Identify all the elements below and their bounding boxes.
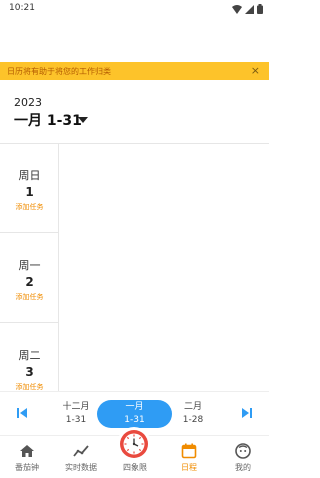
tab-label: 日程 [181,463,197,472]
next-month-label: 二月 [183,402,202,412]
weekday-label: 周一 [18,259,41,272]
banner-text: 日历将有助于将您的工作归类 [7,67,111,76]
skip-last-icon[interactable] [242,408,252,418]
tab-realtime-data[interactable]: 实时数据 [54,436,108,478]
tab-label: 番茄钟 [15,463,39,472]
next-month-button[interactable]: 二月 1-28 [175,401,211,427]
add-task-button[interactable]: 添加任务 [0,292,58,302]
chart-line-icon [73,445,89,457]
prev-month-range: 1-31 [65,415,87,425]
add-task-button[interactable]: 添加任务 [0,382,58,391]
add-task-button[interactable]: 添加任务 [0,202,58,212]
month-range-title[interactable]: 一月 1-31 [14,110,82,130]
status-bar: 10:21 [0,0,269,18]
tab-label: 四象限 [123,463,147,472]
tab-schedule[interactable]: 日程 [162,436,216,478]
weekday-label: 周日 [18,169,41,182]
weekday-label: 周二 [18,349,41,362]
day-column: 周日 1 添加任务 周一 2 添加任务 周二 3 添加任务 [0,143,59,391]
caret-down-icon[interactable] [78,117,88,123]
prev-month-label: 十二月 [62,402,90,412]
tab-mine[interactable]: 我的 [216,436,270,478]
skip-first-icon[interactable] [17,408,27,418]
day-number: 2 [25,275,34,289]
face-icon [235,443,251,459]
battery-icon [257,4,263,14]
info-banner: 日历将有助于将您的工作归类 × [0,62,269,80]
home-icon [20,445,34,457]
tab-pomodoro[interactable]: 番茄钟 [0,436,54,478]
next-month-range: 1-28 [182,415,204,425]
status-time: 10:21 [9,3,35,13]
tab-label: 实时数据 [65,463,97,472]
day-number: 3 [25,365,34,379]
wifi-icon [232,4,242,14]
status-icons [232,4,263,14]
day-cell: 周二 3 添加任务 [0,323,58,391]
clock-icon [120,430,148,458]
prev-month-button[interactable]: 十二月 1-31 [58,401,94,427]
calendar-icon [181,443,197,459]
day-cell: 周日 1 添加任务 [0,143,58,233]
year-label: 2023 [14,96,42,109]
day-cell: 周一 2 添加任务 [0,233,58,323]
current-month-button[interactable]: 一月 1-31 [97,400,172,428]
day-number: 1 [25,185,34,199]
quadrant-center-button[interactable] [117,427,151,461]
tab-label: 我的 [235,463,251,472]
signal-icon [245,4,254,14]
close-icon[interactable]: × [251,65,260,76]
current-month-range: 1-31 [124,415,145,425]
current-month-label: 一月 [125,402,144,412]
